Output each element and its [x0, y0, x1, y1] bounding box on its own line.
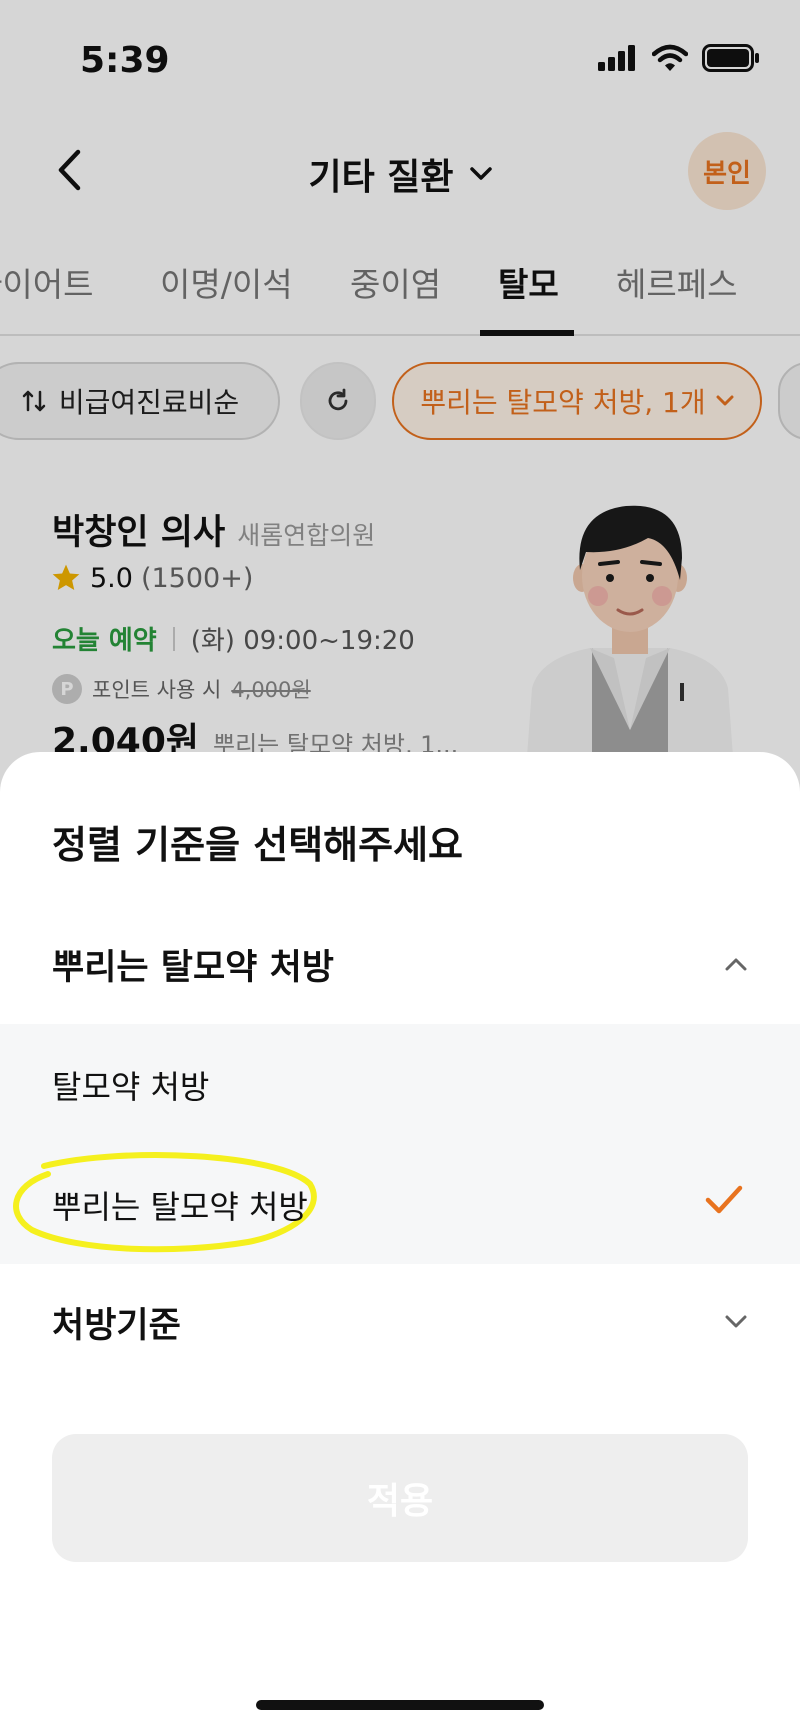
chevron-up-icon — [722, 950, 750, 978]
section-options: 탈모약 처방 뿌리는 탈모약 처방 — [0, 1024, 800, 1264]
sort-bottom-sheet: 정렬 기준을 선택해주세요 뿌리는 탈모약 처방 탈모약 처방 뿌리는 탈모약 … — [0, 752, 800, 1732]
sheet-title: 정렬 기준을 선택해주세요 — [52, 823, 464, 867]
option-hair-loss-prescription[interactable]: 탈모약 처방 — [0, 1024, 800, 1144]
chevron-down-icon — [722, 1308, 750, 1336]
section-prescription-criteria[interactable]: 처방기준 — [0, 1272, 800, 1372]
option-label: 뿌리는 탈모약 처방 — [52, 1188, 308, 1226]
section-spray-hair-loss[interactable]: 뿌리는 탈모약 처방 — [0, 914, 800, 1014]
check-icon — [705, 1185, 743, 1214]
apply-button[interactable]: 적용 — [52, 1434, 748, 1562]
section-label: 뿌리는 탈모약 처방 — [52, 947, 334, 988]
home-indicator[interactable] — [256, 1700, 544, 1710]
section-label: 처방기준 — [52, 1305, 181, 1346]
option-label: 탈모약 처방 — [52, 1068, 210, 1106]
option-spray-hair-loss-prescription[interactable]: 뿌리는 탈모약 처방 — [0, 1144, 800, 1264]
